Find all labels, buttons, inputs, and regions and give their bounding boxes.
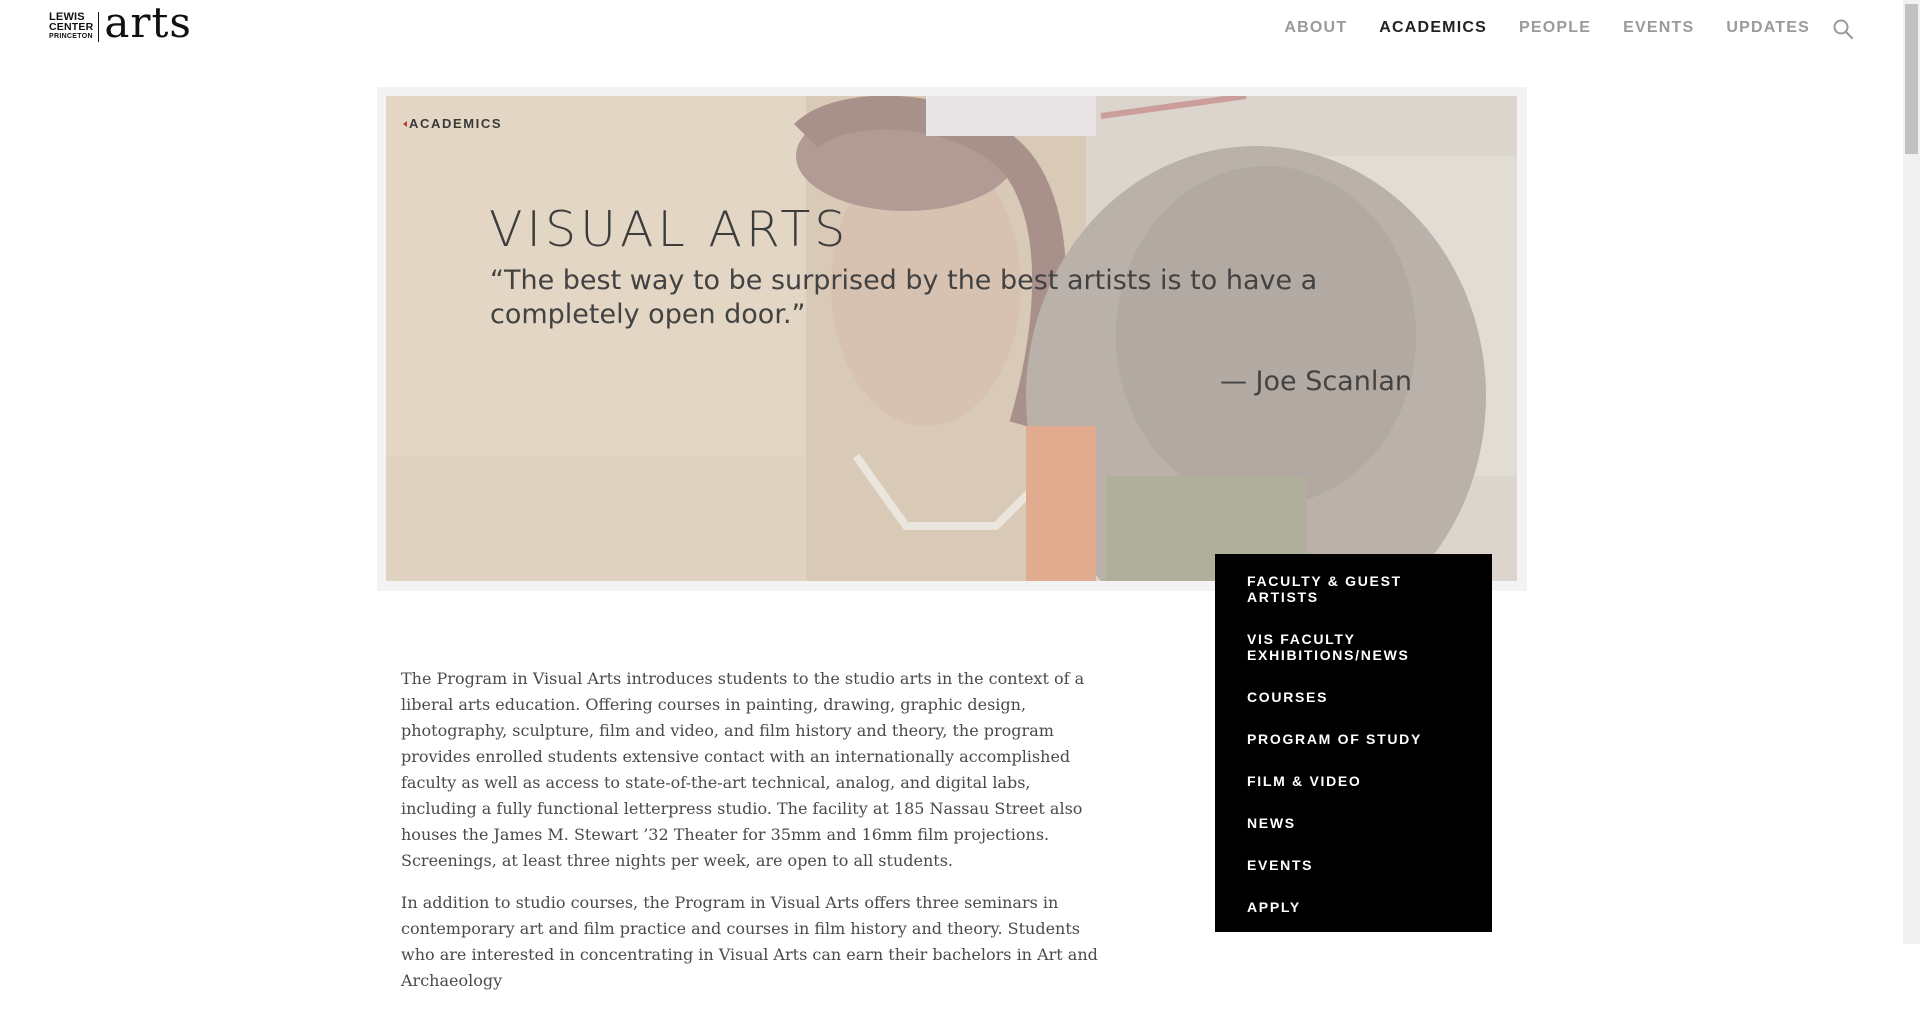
intro-text: The Program in Visual Arts introduces st… (401, 666, 1101, 1010)
quote-attribution: — Joe Scanlan (1219, 366, 1412, 397)
logo-lockup: LEWIS CENTER PRINCETON (49, 12, 100, 42)
nav-events[interactable]: EVENTS (1623, 19, 1694, 37)
menu-item-events[interactable]: EVENTS (1215, 857, 1492, 873)
hero-frame: ACADEMICS VISUAL ARTS “The best way to b… (377, 87, 1527, 591)
logo-wordmark: arts (104, 0, 192, 47)
hero-quote: “The best way to be surprised by the bes… (490, 265, 1318, 330)
intro-paragraph-2: In addition to studio courses, the Progr… (401, 893, 1098, 990)
menu-item-vis-faculty-exhibitions[interactable]: VIS FACULTY EXHIBITIONS/NEWS (1215, 631, 1492, 663)
site-logo[interactable]: LEWIS CENTER PRINCETON arts (49, 2, 192, 48)
intro-paragraph-1: The Program in Visual Arts introduces st… (401, 669, 1085, 870)
main-nav: ABOUT ACADEMICS PEOPLE EVENTS UPDATES (1284, 19, 1810, 37)
nav-about[interactable]: ABOUT (1284, 19, 1347, 37)
logo-line-princeton: PRINCETON (49, 33, 93, 40)
menu-item-faculty-guest-artists[interactable]: FACULTY & GUEST ARTISTS (1215, 573, 1492, 605)
menu-item-apply[interactable]: APPLY (1215, 899, 1492, 915)
hero-overlay (386, 96, 1517, 581)
hero-banner: ACADEMICS VISUAL ARTS “The best way to b… (386, 96, 1517, 581)
nav-academics[interactable]: ACADEMICS (1379, 19, 1487, 37)
chevron-left-icon (403, 120, 407, 127)
nav-updates[interactable]: UPDATES (1726, 19, 1810, 37)
page-title: VISUAL ARTS (489, 201, 850, 258)
menu-item-film-video[interactable]: FILM & VIDEO (1215, 773, 1492, 789)
nav-people[interactable]: PEOPLE (1519, 19, 1591, 37)
scrollbar-thumb[interactable] (1905, 4, 1918, 154)
search-icon[interactable] (1831, 17, 1855, 41)
breadcrumb[interactable]: ACADEMICS (403, 116, 502, 131)
logo-line-center: CENTER (49, 21, 94, 33)
menu-item-program-of-study[interactable]: PROGRAM OF STUDY (1215, 731, 1492, 747)
menu-item-news[interactable]: NEWS (1215, 815, 1492, 831)
section-menu: FACULTY & GUEST ARTISTS VIS FACULTY EXHI… (1215, 554, 1492, 932)
menu-item-courses[interactable]: COURSES (1215, 689, 1492, 705)
breadcrumb-label: ACADEMICS (409, 116, 503, 131)
page-scrollbar[interactable] (1903, 0, 1920, 944)
